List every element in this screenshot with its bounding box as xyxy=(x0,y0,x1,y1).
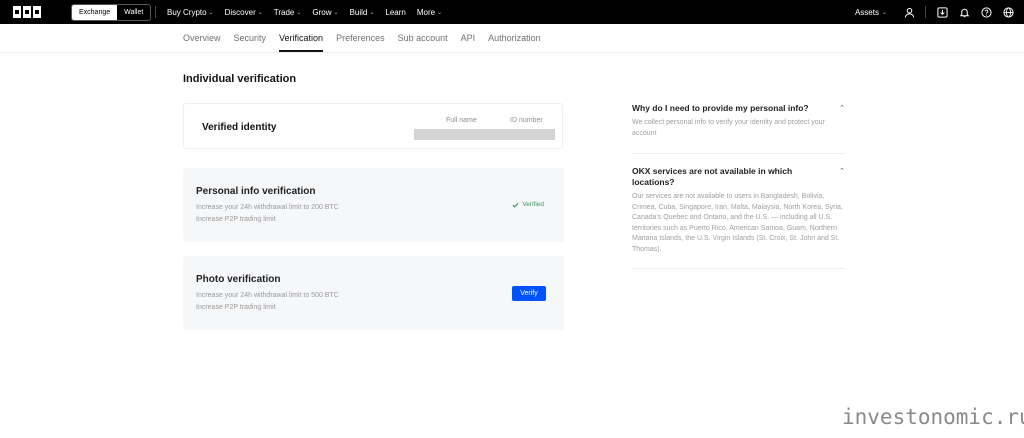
help-icon[interactable] xyxy=(980,6,992,18)
main-menu: Buy Crypto ⌄ Discover ⌄ Trade ⌄ Grow ⌄ Build… xyxy=(167,0,442,24)
account-subnav: Overview Security Verification Preferenc… xyxy=(0,24,1024,53)
photo-verification-card: Photo verification Increase your 24h wit… xyxy=(183,256,564,330)
full-name-header: Full name xyxy=(446,117,477,124)
personal-info-card: Personal info verification Increase your… xyxy=(183,168,564,242)
photo-verification-limit: Increase your 24h withdrawal limit to 50… xyxy=(196,292,339,299)
faq-question: Why do I need to provide my personal inf… xyxy=(632,103,809,113)
menu-learn[interactable]: Learn xyxy=(385,8,405,17)
check-icon xyxy=(512,202,519,208)
tab-api[interactable]: API xyxy=(461,24,476,52)
verified-status: Verified xyxy=(512,201,544,208)
wallet-toggle-button[interactable]: Wallet xyxy=(117,5,150,20)
menu-build[interactable]: Build ⌄ xyxy=(350,8,375,17)
redacted-identity-info xyxy=(414,129,555,140)
exchange-wallet-toggle: Exchange Wallet xyxy=(71,4,152,21)
okx-logo[interactable] xyxy=(13,6,41,18)
tab-verification[interactable]: Verification xyxy=(279,24,324,52)
faq-item[interactable]: Why do I need to provide my personal inf… xyxy=(632,103,845,139)
watermark: investonomic.ru xyxy=(842,405,1024,429)
chevron-down-icon: ⌄ xyxy=(296,9,302,16)
download-icon[interactable] xyxy=(936,6,948,18)
faq-answer: We collect personal info to verify your … xyxy=(632,119,825,137)
tab-overview[interactable]: Overview xyxy=(183,24,221,52)
assets-menu[interactable]: Assets ⌄ xyxy=(855,8,887,17)
photo-verification-title: Photo verification xyxy=(196,274,281,285)
menu-buy-crypto[interactable]: Buy Crypto ⌄ xyxy=(167,8,214,17)
bell-icon[interactable] xyxy=(958,6,970,18)
tab-preferences[interactable]: Preferences xyxy=(336,24,385,52)
chevron-up-icon[interactable]: ⌃ xyxy=(839,167,845,175)
tab-security[interactable]: Security xyxy=(234,24,267,52)
faq-divider xyxy=(632,268,845,269)
personal-info-p2p: Increase P2P trading limit xyxy=(196,216,276,223)
exchange-toggle-button[interactable]: Exchange xyxy=(72,5,118,20)
chevron-down-icon: ⌄ xyxy=(437,9,443,16)
faq-item[interactable]: OKX services are not available in which … xyxy=(632,166,845,256)
chevron-down-icon: ⌄ xyxy=(369,9,375,16)
globe-icon[interactable] xyxy=(1002,6,1014,18)
faq-answer: Our services are not available to users … xyxy=(632,193,843,253)
tab-authorization[interactable]: Authorization xyxy=(488,24,541,52)
nav-divider xyxy=(925,6,926,18)
top-navbar: Exchange Wallet Buy Crypto ⌄ Discover ⌄ Tr… xyxy=(0,0,1024,24)
photo-verification-p2p: Increase P2P trading limit xyxy=(196,304,276,311)
personal-info-title: Personal info verification xyxy=(196,186,316,197)
nav-divider xyxy=(155,6,156,18)
chevron-down-icon: ⌄ xyxy=(208,9,214,16)
chevron-down-icon: ⌄ xyxy=(257,9,263,16)
id-number-header: ID number xyxy=(510,117,543,124)
menu-grow[interactable]: Grow ⌄ xyxy=(312,8,338,17)
personal-info-limit: Increase your 24h withdrawal limit to 20… xyxy=(196,204,339,211)
faq-divider xyxy=(632,153,845,154)
menu-discover[interactable]: Discover ⌄ xyxy=(225,8,263,17)
verified-identity-label: Verified identity xyxy=(202,122,277,133)
chevron-down-icon: ⌄ xyxy=(333,9,339,16)
right-nav: Assets ⌄ xyxy=(855,0,1014,24)
chevron-down-icon: ⌄ xyxy=(881,9,887,16)
tab-sub-account[interactable]: Sub account xyxy=(398,24,448,52)
menu-more[interactable]: More ⌄ xyxy=(417,8,442,17)
menu-trade[interactable]: Trade ⌄ xyxy=(274,8,302,17)
chevron-up-icon[interactable]: ⌃ xyxy=(839,104,845,112)
page-title: Individual verification xyxy=(183,73,297,85)
verify-button[interactable]: Verify xyxy=(512,286,546,301)
verified-identity-card: Verified identity Full name ID number xyxy=(183,103,563,149)
user-icon[interactable] xyxy=(903,6,915,18)
faq-question: OKX services are not available in which … xyxy=(632,166,793,187)
